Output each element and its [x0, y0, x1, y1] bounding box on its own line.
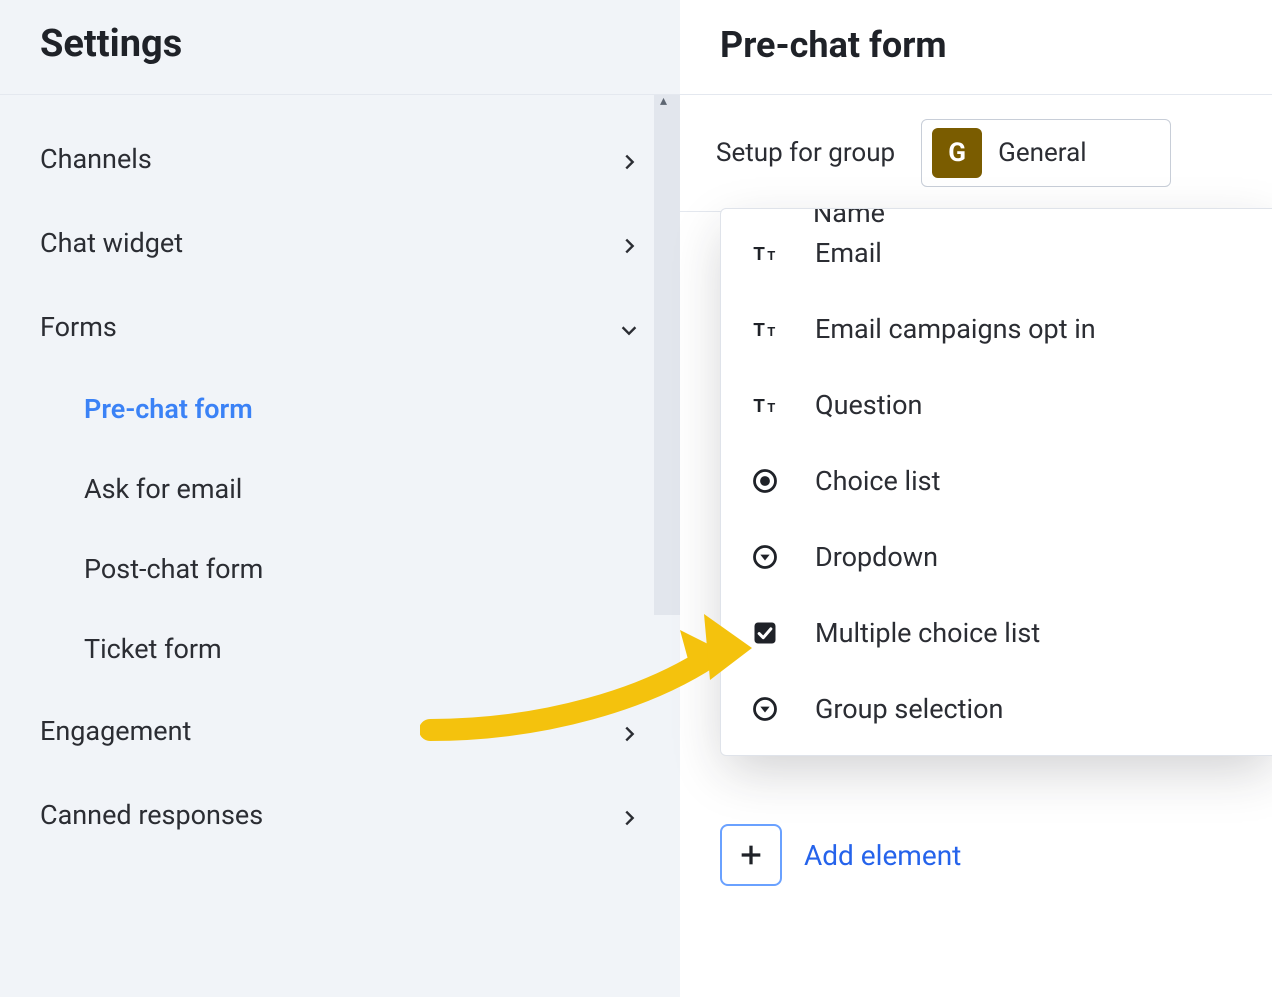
sidebar-item-chat-widget[interactable]: Chat widget: [0, 201, 680, 285]
svg-text:T: T: [753, 395, 765, 416]
sidebar-title: Settings: [40, 22, 640, 66]
add-element-label: Add element: [804, 839, 961, 872]
option-label: Dropdown: [815, 541, 938, 573]
option-label: Multiple choice list: [815, 617, 1040, 649]
svg-text:T: T: [767, 324, 775, 339]
toolbar-label: Setup for group: [716, 138, 895, 168]
group-name: General: [998, 138, 1086, 168]
option-email[interactable]: TT Email: [721, 215, 1272, 291]
sidebar-subitem-ticket-form[interactable]: Ticket form: [44, 609, 680, 689]
sidebar-subitem-ask-for-email[interactable]: Ask for email: [44, 449, 680, 529]
submenu-forms: Pre-chat form Ask for email Post-chat fo…: [0, 369, 680, 689]
radio-icon: [749, 465, 781, 497]
option-email-campaigns-opt-in[interactable]: TT Email campaigns opt in: [721, 291, 1272, 367]
option-label: Choice list: [815, 465, 940, 497]
option-multiple-choice-list[interactable]: Multiple choice list: [721, 595, 1272, 671]
add-element-button[interactable]: [720, 824, 782, 886]
svg-text:T: T: [767, 248, 775, 263]
option-label: Email: [815, 237, 882, 269]
dropdown-icon: [749, 693, 781, 725]
chevron-right-icon: [618, 720, 640, 742]
chevron-right-icon: [618, 148, 640, 170]
sidebar-list: Channels Chat widget Forms: [0, 95, 680, 857]
add-element[interactable]: Add element: [720, 824, 961, 886]
option-label: Email campaigns opt in: [815, 313, 1096, 345]
option-label: Question: [815, 389, 922, 421]
panel-header: Pre-chat form: [680, 0, 1272, 95]
dropdown-icon: [749, 541, 781, 573]
option-group-selection[interactable]: Group selection: [721, 671, 1272, 747]
scrollbar[interactable]: [654, 95, 680, 615]
sidebar-item-label: Channels: [40, 143, 152, 175]
sidebar-subitem-post-chat-form[interactable]: Post-chat form: [44, 529, 680, 609]
option-label: Group selection: [815, 693, 1003, 725]
sidebar-subitem-pre-chat-form[interactable]: Pre-chat form: [44, 369, 680, 449]
element-picker-popover: Name TT Email TT Email campaigns opt in …: [720, 208, 1272, 756]
text-icon: TT: [749, 237, 781, 269]
pre-chat-form-panel: Pre-chat form Setup for group G General …: [680, 0, 1272, 997]
sidebar-item-engagement[interactable]: Engagement: [0, 689, 680, 773]
text-icon: TT: [749, 313, 781, 345]
previous-option-cut: Name: [813, 208, 885, 229]
text-icon: TT: [749, 389, 781, 421]
option-question[interactable]: TT Question: [721, 367, 1272, 443]
svg-text:T: T: [767, 400, 775, 415]
sidebar-item-forms[interactable]: Forms: [0, 285, 680, 369]
sidebar-header: Settings: [0, 0, 680, 95]
sidebar-item-label: Chat widget: [40, 227, 183, 259]
panel-toolbar: Setup for group G General: [680, 95, 1272, 212]
sidebar-scroll: Channels Chat widget Forms: [0, 95, 680, 996]
sidebar-item-label: Canned responses: [40, 799, 263, 831]
group-selector[interactable]: G General: [921, 119, 1171, 187]
panel-title: Pre-chat form: [720, 24, 1232, 66]
sidebar-item-channels[interactable]: Channels: [0, 117, 680, 201]
settings-sidebar: Settings Channels Chat widget: [0, 0, 680, 997]
svg-text:T: T: [753, 319, 765, 340]
sidebar-item-canned-responses[interactable]: Canned responses: [0, 773, 680, 857]
svg-text:T: T: [753, 243, 765, 264]
sidebar-item-label: Forms: [40, 311, 117, 343]
chevron-down-icon: [618, 316, 640, 338]
sidebar-item-label: Engagement: [40, 715, 191, 747]
option-choice-list[interactable]: Choice list: [721, 443, 1272, 519]
chevron-right-icon: [618, 804, 640, 826]
checkbox-icon: [749, 617, 781, 649]
chevron-right-icon: [618, 232, 640, 254]
option-dropdown[interactable]: Dropdown: [721, 519, 1272, 595]
group-badge: G: [932, 128, 982, 178]
